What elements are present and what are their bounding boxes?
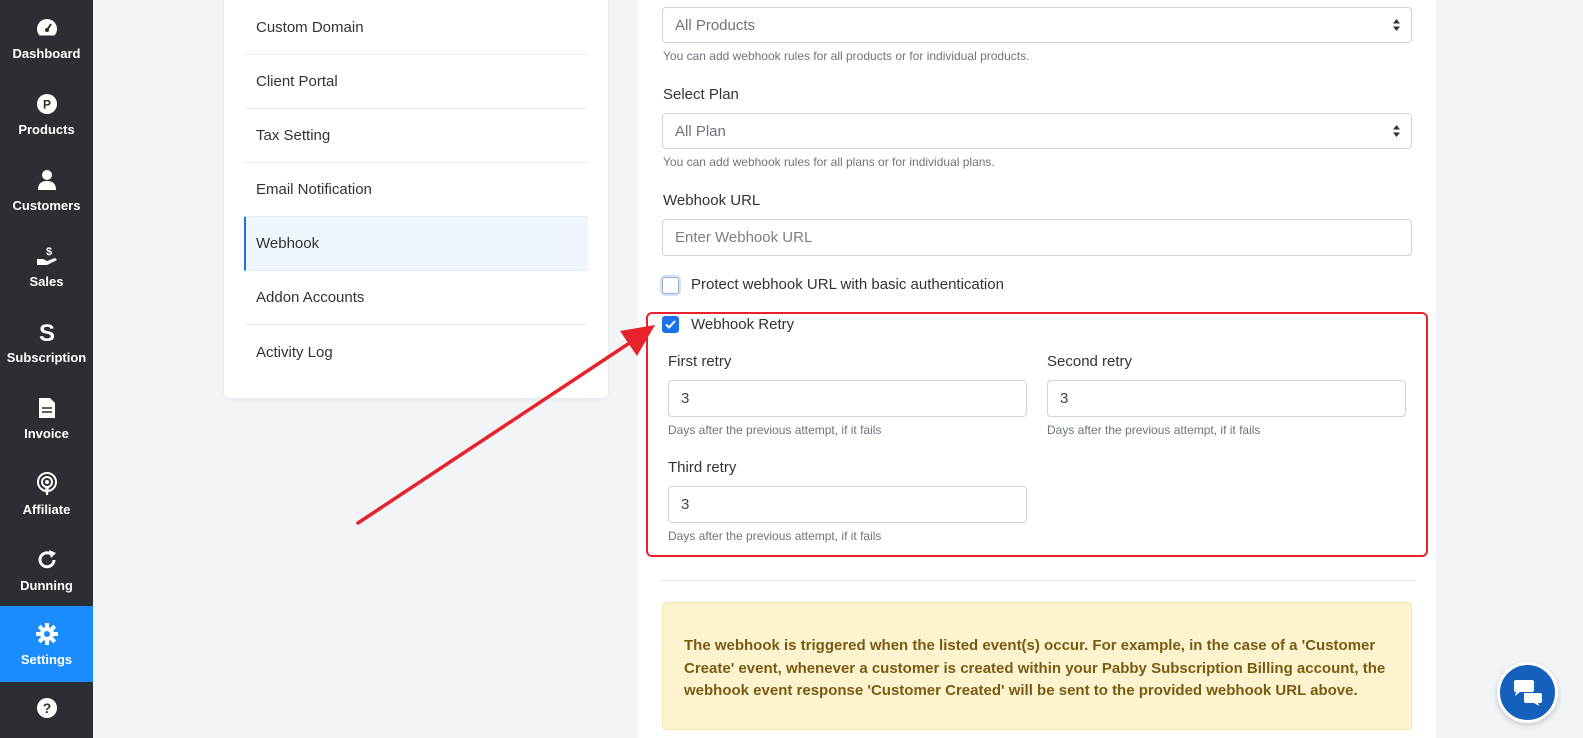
invoice-icon: [35, 396, 59, 420]
caret-updown-icon: [1393, 125, 1400, 137]
nav-label: Subscription: [6, 349, 87, 365]
nav-sales[interactable]: $ Sales: [0, 228, 93, 304]
first-retry-help: Days after the previous attempt, if it f…: [668, 423, 882, 437]
basic-auth-checkbox[interactable]: [662, 277, 679, 294]
menu-item-addon-accounts[interactable]: Addon Accounts: [244, 271, 588, 325]
third-retry-input[interactable]: 3: [668, 486, 1027, 523]
svg-text:P: P: [42, 97, 50, 111]
menu-item-custom-domain[interactable]: Custom Domain: [244, 1, 588, 55]
settings-menu: Custom Domain Client Portal Tax Setting …: [224, 0, 608, 398]
nav-invoice[interactable]: Invoice: [0, 380, 93, 456]
affiliate-icon: [35, 471, 59, 496]
nav-label: Customers: [12, 197, 81, 213]
menu-item-activity-log[interactable]: Activity Log: [244, 325, 588, 379]
nav-customers[interactable]: Customers: [0, 152, 93, 228]
section-divider: [660, 580, 1416, 581]
nav-label: Products: [18, 121, 75, 137]
plan-label: Select Plan: [663, 86, 739, 103]
basic-auth-label: Protect webhook URL with basic authentic…: [691, 276, 1004, 293]
webhook-notice: The webhook is triggered when the listed…: [662, 602, 1412, 730]
product-help-text: You can add webhook rules for all produc…: [663, 49, 1030, 63]
help-icon: ?: [35, 696, 59, 720]
checkmark-icon: [665, 320, 676, 329]
chat-button[interactable]: [1497, 662, 1558, 723]
plan-select[interactable]: All Plan: [662, 113, 1412, 149]
products-icon: P: [35, 92, 59, 116]
caret-updown-icon: [1393, 19, 1400, 31]
nav-products[interactable]: P Products: [0, 76, 93, 152]
nav-label: Dashboard: [12, 45, 81, 61]
nav-label: Affiliate: [22, 501, 71, 517]
nav-label: Invoice: [24, 425, 69, 441]
gear-icon: [35, 622, 59, 646]
nav-subscription[interactable]: S Subscription: [0, 304, 93, 380]
second-retry-input[interactable]: 3: [1047, 380, 1406, 417]
product-select[interactable]: All Products: [662, 7, 1412, 43]
second-retry-help: Days after the previous attempt, if it f…: [1047, 423, 1261, 437]
nav-label: Sales: [29, 273, 64, 289]
svg-text:S: S: [38, 320, 54, 344]
first-retry-label: First retry: [668, 353, 732, 370]
nav-affiliate[interactable]: Affiliate: [0, 456, 93, 532]
subscription-icon: S: [35, 320, 59, 344]
third-retry-label: Third retry: [668, 459, 737, 476]
webhook-retry-label: Webhook Retry: [691, 316, 795, 333]
plan-select-value: All Plan: [675, 122, 726, 140]
customers-icon: [35, 168, 59, 192]
nav-label: Settings: [20, 651, 73, 667]
webhook-url-input[interactable]: Enter Webhook URL: [662, 219, 1412, 256]
menu-item-email-notification[interactable]: Email Notification: [244, 163, 588, 217]
third-retry-help: Days after the previous attempt, if it f…: [668, 529, 882, 543]
product-select-value: All Products: [675, 16, 756, 34]
first-retry-input[interactable]: 3: [668, 380, 1027, 417]
nav-label: Dunning: [20, 577, 73, 593]
menu-item-webhook[interactable]: Webhook: [244, 217, 588, 271]
chat-icon: [1513, 679, 1542, 706]
second-retry-label: Second retry: [1047, 353, 1133, 370]
nav-dashboard[interactable]: Dashboard: [0, 0, 93, 76]
nav-help[interactable]: ?: [0, 682, 93, 738]
sidebar: Dashboard P Products Customers $ Sales S…: [0, 0, 93, 738]
menu-item-tax-setting[interactable]: Tax Setting: [244, 109, 588, 163]
webhook-url-label: Webhook URL: [663, 192, 761, 209]
webhook-retry-checkbox[interactable]: [662, 316, 679, 333]
svg-text:?: ?: [42, 700, 51, 716]
nav-settings[interactable]: Settings: [0, 606, 93, 682]
menu-item-client-portal[interactable]: Client Portal: [244, 55, 588, 109]
sales-icon: $: [35, 244, 59, 268]
dunning-icon: [35, 548, 59, 572]
nav-dunning[interactable]: Dunning: [0, 532, 93, 608]
svg-text:$: $: [45, 246, 51, 258]
plan-help-text: You can add webhook rules for all plans …: [663, 155, 995, 169]
dashboard-icon: [35, 16, 59, 40]
